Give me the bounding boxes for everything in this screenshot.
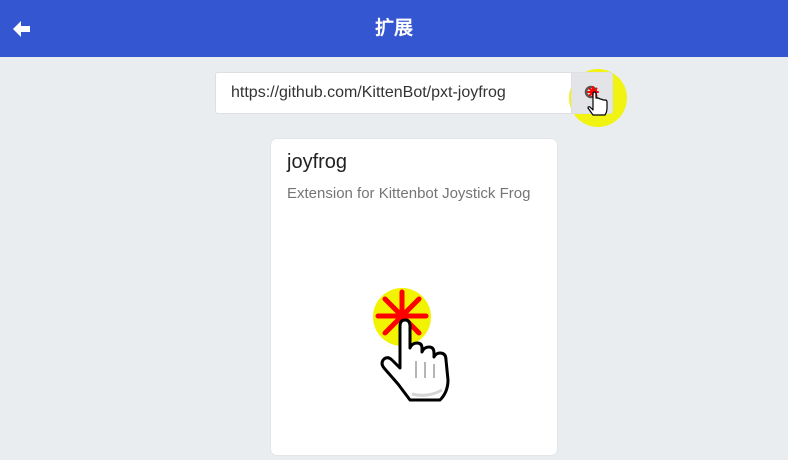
top-header: 扩展: [0, 0, 788, 57]
page-title: 扩展: [374, 17, 413, 39]
extension-name: joyfrog: [287, 151, 348, 173]
click-cursor-icon: [587, 86, 608, 116]
hand-pointer-icon: [375, 289, 450, 402]
extension-description: Extension for Kittenbot Joystick Frog: [287, 185, 531, 202]
search-input[interactable]: [216, 73, 571, 113]
search-field[interactable]: [215, 72, 571, 114]
